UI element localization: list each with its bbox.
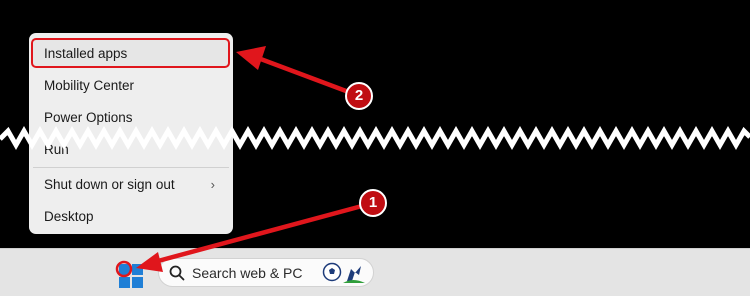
start-button-highlight bbox=[115, 260, 133, 278]
arrow-to-installed-apps bbox=[236, 46, 357, 97]
annotation-layer bbox=[115, 46, 365, 278]
step-badge-2: 2 bbox=[345, 82, 373, 110]
arrow-to-start-button bbox=[136, 203, 365, 272]
step-badge-1: 1 bbox=[359, 189, 387, 217]
screenshot-canvas: Installed apps Mobility Center Power Opt… bbox=[0, 0, 750, 296]
